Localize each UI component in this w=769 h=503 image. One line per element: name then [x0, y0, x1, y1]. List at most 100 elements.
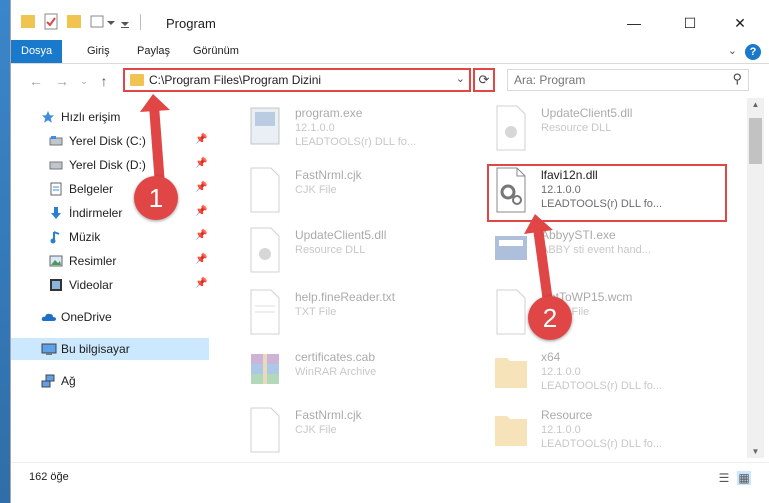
address-bar[interactable]: C:\Program Files\Program Dizini ⌄ — [123, 68, 471, 92]
computer-icon — [41, 343, 57, 355]
window-title: Program — [166, 16, 216, 31]
sidebar-item-drive-d[interactable]: Yerel Disk (D:) 📌 — [11, 154, 209, 176]
scroll-down-icon[interactable]: ▼ — [747, 447, 764, 456]
sidebar-item-onedrive[interactable]: OneDrive — [11, 306, 209, 328]
pin-icon[interactable]: 📌 — [195, 134, 207, 145]
exe-icon — [250, 107, 280, 145]
file-item[interactable]: FastNrml.cjk CJK File — [241, 162, 477, 220]
properties-icon — [44, 13, 58, 30]
file-list: program.exe 12.1.0.0 LEADTOOLS(r) DLL fo… — [221, 98, 746, 458]
download-icon — [51, 207, 61, 219]
file-item[interactable]: UpdateClient5.dll Resource DLL — [487, 100, 723, 158]
file-name: UpdateClient5.dll — [541, 106, 633, 120]
address-path: C:\Program Files\Program Dizini — [149, 73, 322, 87]
sidebar-item-downloads[interactable]: İndirmeler 📌 — [11, 202, 209, 224]
tab-file[interactable]: Dosya — [11, 40, 63, 63]
file-item[interactable]: FastNrml.cjk CJK File — [241, 402, 477, 458]
drive-icon — [49, 161, 63, 170]
file-detail: Resource DLL — [541, 122, 612, 134]
sidebar-item-label: İndirmeler — [69, 206, 123, 220]
tiles-view-icon[interactable]: ▦ — [737, 471, 751, 485]
documents-icon — [50, 182, 62, 196]
file-detail: CJK File — [295, 184, 337, 196]
chevron-down-icon[interactable]: ⌄ — [728, 44, 737, 57]
file-icon — [250, 407, 280, 453]
vertical-scrollbar[interactable]: ▲ ▼ — [747, 98, 764, 458]
help-icon[interactable]: ? — [745, 44, 761, 60]
file-detail: 12.1.0.0 — [295, 122, 335, 134]
refresh-button[interactable]: ⟳ — [473, 68, 495, 92]
minimize-button[interactable]: — — [611, 10, 657, 36]
highlight-box — [487, 164, 727, 222]
file-item[interactable]: certificates.cab WinRAR Archive — [241, 344, 477, 402]
file-item[interactable]: program.exe 12.1.0.0 LEADTOOLS(r) DLL fo… — [241, 100, 477, 158]
pin-icon[interactable]: 📌 — [195, 230, 207, 241]
new-folder-icon — [67, 15, 81, 28]
sidebar-item-label: Yerel Disk (D:) — [69, 158, 146, 172]
file-name: certificates.cab — [295, 350, 376, 364]
sidebar-item-music[interactable]: Müzik 📌 — [11, 226, 209, 248]
sidebar-item-quick-access[interactable]: Hızlı erişim — [11, 106, 209, 128]
text-file-icon — [250, 289, 280, 335]
file-name: program.exe — [295, 106, 363, 120]
file-item[interactable]: x64 12.1.0.0 LEADTOOLS(r) DLL fo... — [487, 344, 723, 402]
forward-arrow-icon[interactable]: → — [53, 71, 71, 91]
network-icon — [41, 374, 55, 388]
file-item[interactable]: SetToWP15.wcm WCM File — [487, 284, 723, 342]
sidebar-item-label: Resimler — [69, 254, 117, 268]
sidebar-item-videos[interactable]: Videolar 📌 — [11, 274, 209, 296]
file-item[interactable]: Resource 12.1.0.0 LEADTOOLS(r) DLL fo... — [487, 402, 723, 458]
file-detail: ABBY sti event hand... — [541, 244, 651, 256]
dll-icon — [496, 105, 526, 151]
file-detail: LEADTOOLS(r) DLL fo... — [541, 438, 663, 450]
chevron-down-icon[interactable]: ⌄ — [456, 72, 465, 85]
search-icon[interactable]: ⚲ — [732, 71, 742, 87]
search-input[interactable] — [514, 73, 714, 87]
file-item[interactable]: AbbyySTI.exe ABBY sti event hand... — [487, 222, 723, 280]
navigation-bar: ← → ⌄ ↑ C:\Program Files\Program Dizini … — [11, 64, 769, 98]
pin-icon[interactable]: 📌 — [195, 158, 207, 169]
file-name: FastNrml.cjk — [295, 408, 362, 422]
sidebar-item-this-pc[interactable]: Bu bilgisayar — [11, 338, 209, 360]
search-box[interactable]: ⚲ — [507, 69, 749, 91]
tab-home[interactable]: Giriş — [77, 40, 120, 63]
folder-icon — [130, 74, 144, 86]
maximize-button[interactable]: ☐ — [667, 10, 713, 36]
status-bar: 162 öğe ☰ ▦ — [11, 462, 769, 503]
sidebar-item-documents[interactable]: Belgeler 📌 — [11, 178, 209, 200]
scroll-thumb[interactable] — [749, 118, 762, 164]
sidebar-item-drive-c[interactable]: Yerel Disk (C:) 📌 — [11, 130, 209, 152]
sidebar-item-label: Belgeler — [69, 182, 114, 196]
sidebar-item-label: Ağ — [61, 374, 76, 388]
sidebar-item-label: OneDrive — [61, 310, 112, 324]
sidebar-item-label: Videolar — [69, 278, 113, 292]
tab-view[interactable]: Görünüm — [183, 40, 249, 63]
pin-icon[interactable]: 📌 — [195, 254, 207, 265]
videos-icon — [50, 279, 62, 291]
pin-icon[interactable]: 📌 — [195, 182, 207, 193]
scroll-up-icon[interactable]: ▲ — [747, 100, 764, 109]
folder-icon — [21, 15, 35, 28]
drive-icon — [49, 136, 63, 146]
file-item[interactable]: help.fineReader.txt TXT File — [241, 284, 477, 342]
tab-share[interactable]: Paylaş — [127, 40, 180, 63]
back-arrow-icon[interactable]: ← — [27, 71, 45, 91]
file-detail: TXT File — [295, 306, 337, 318]
sidebar-item-pictures[interactable]: Resimler 📌 — [11, 250, 209, 272]
details-view-icon[interactable]: ☰ — [717, 471, 731, 485]
recent-dropdown-icon[interactable]: ⌄ — [75, 71, 93, 91]
explorer-window: Program — ☐ ✕ Dosya Giriş Paylaş Görünüm… — [10, 0, 769, 503]
file-detail: CJK File — [295, 424, 337, 436]
sidebar-item-network[interactable]: Ağ — [11, 370, 209, 392]
sidebar-item-label: Hızlı erişim — [61, 110, 121, 124]
ribbon-tabs: Dosya Giriş Paylaş Görünüm ⌄ ? — [11, 40, 769, 64]
close-button[interactable]: ✕ — [717, 10, 763, 36]
pin-icon[interactable]: 📌 — [195, 278, 207, 289]
folder-icon — [495, 416, 527, 446]
file-icon — [496, 289, 526, 335]
pin-icon[interactable]: 📌 — [195, 206, 207, 217]
up-arrow-icon[interactable]: ↑ — [95, 71, 113, 91]
title-bar: Program — ☐ ✕ — [11, 0, 769, 40]
file-item[interactable]: UpdateClient5.dll Resource DLL — [241, 222, 477, 280]
archive-icon — [251, 354, 279, 384]
